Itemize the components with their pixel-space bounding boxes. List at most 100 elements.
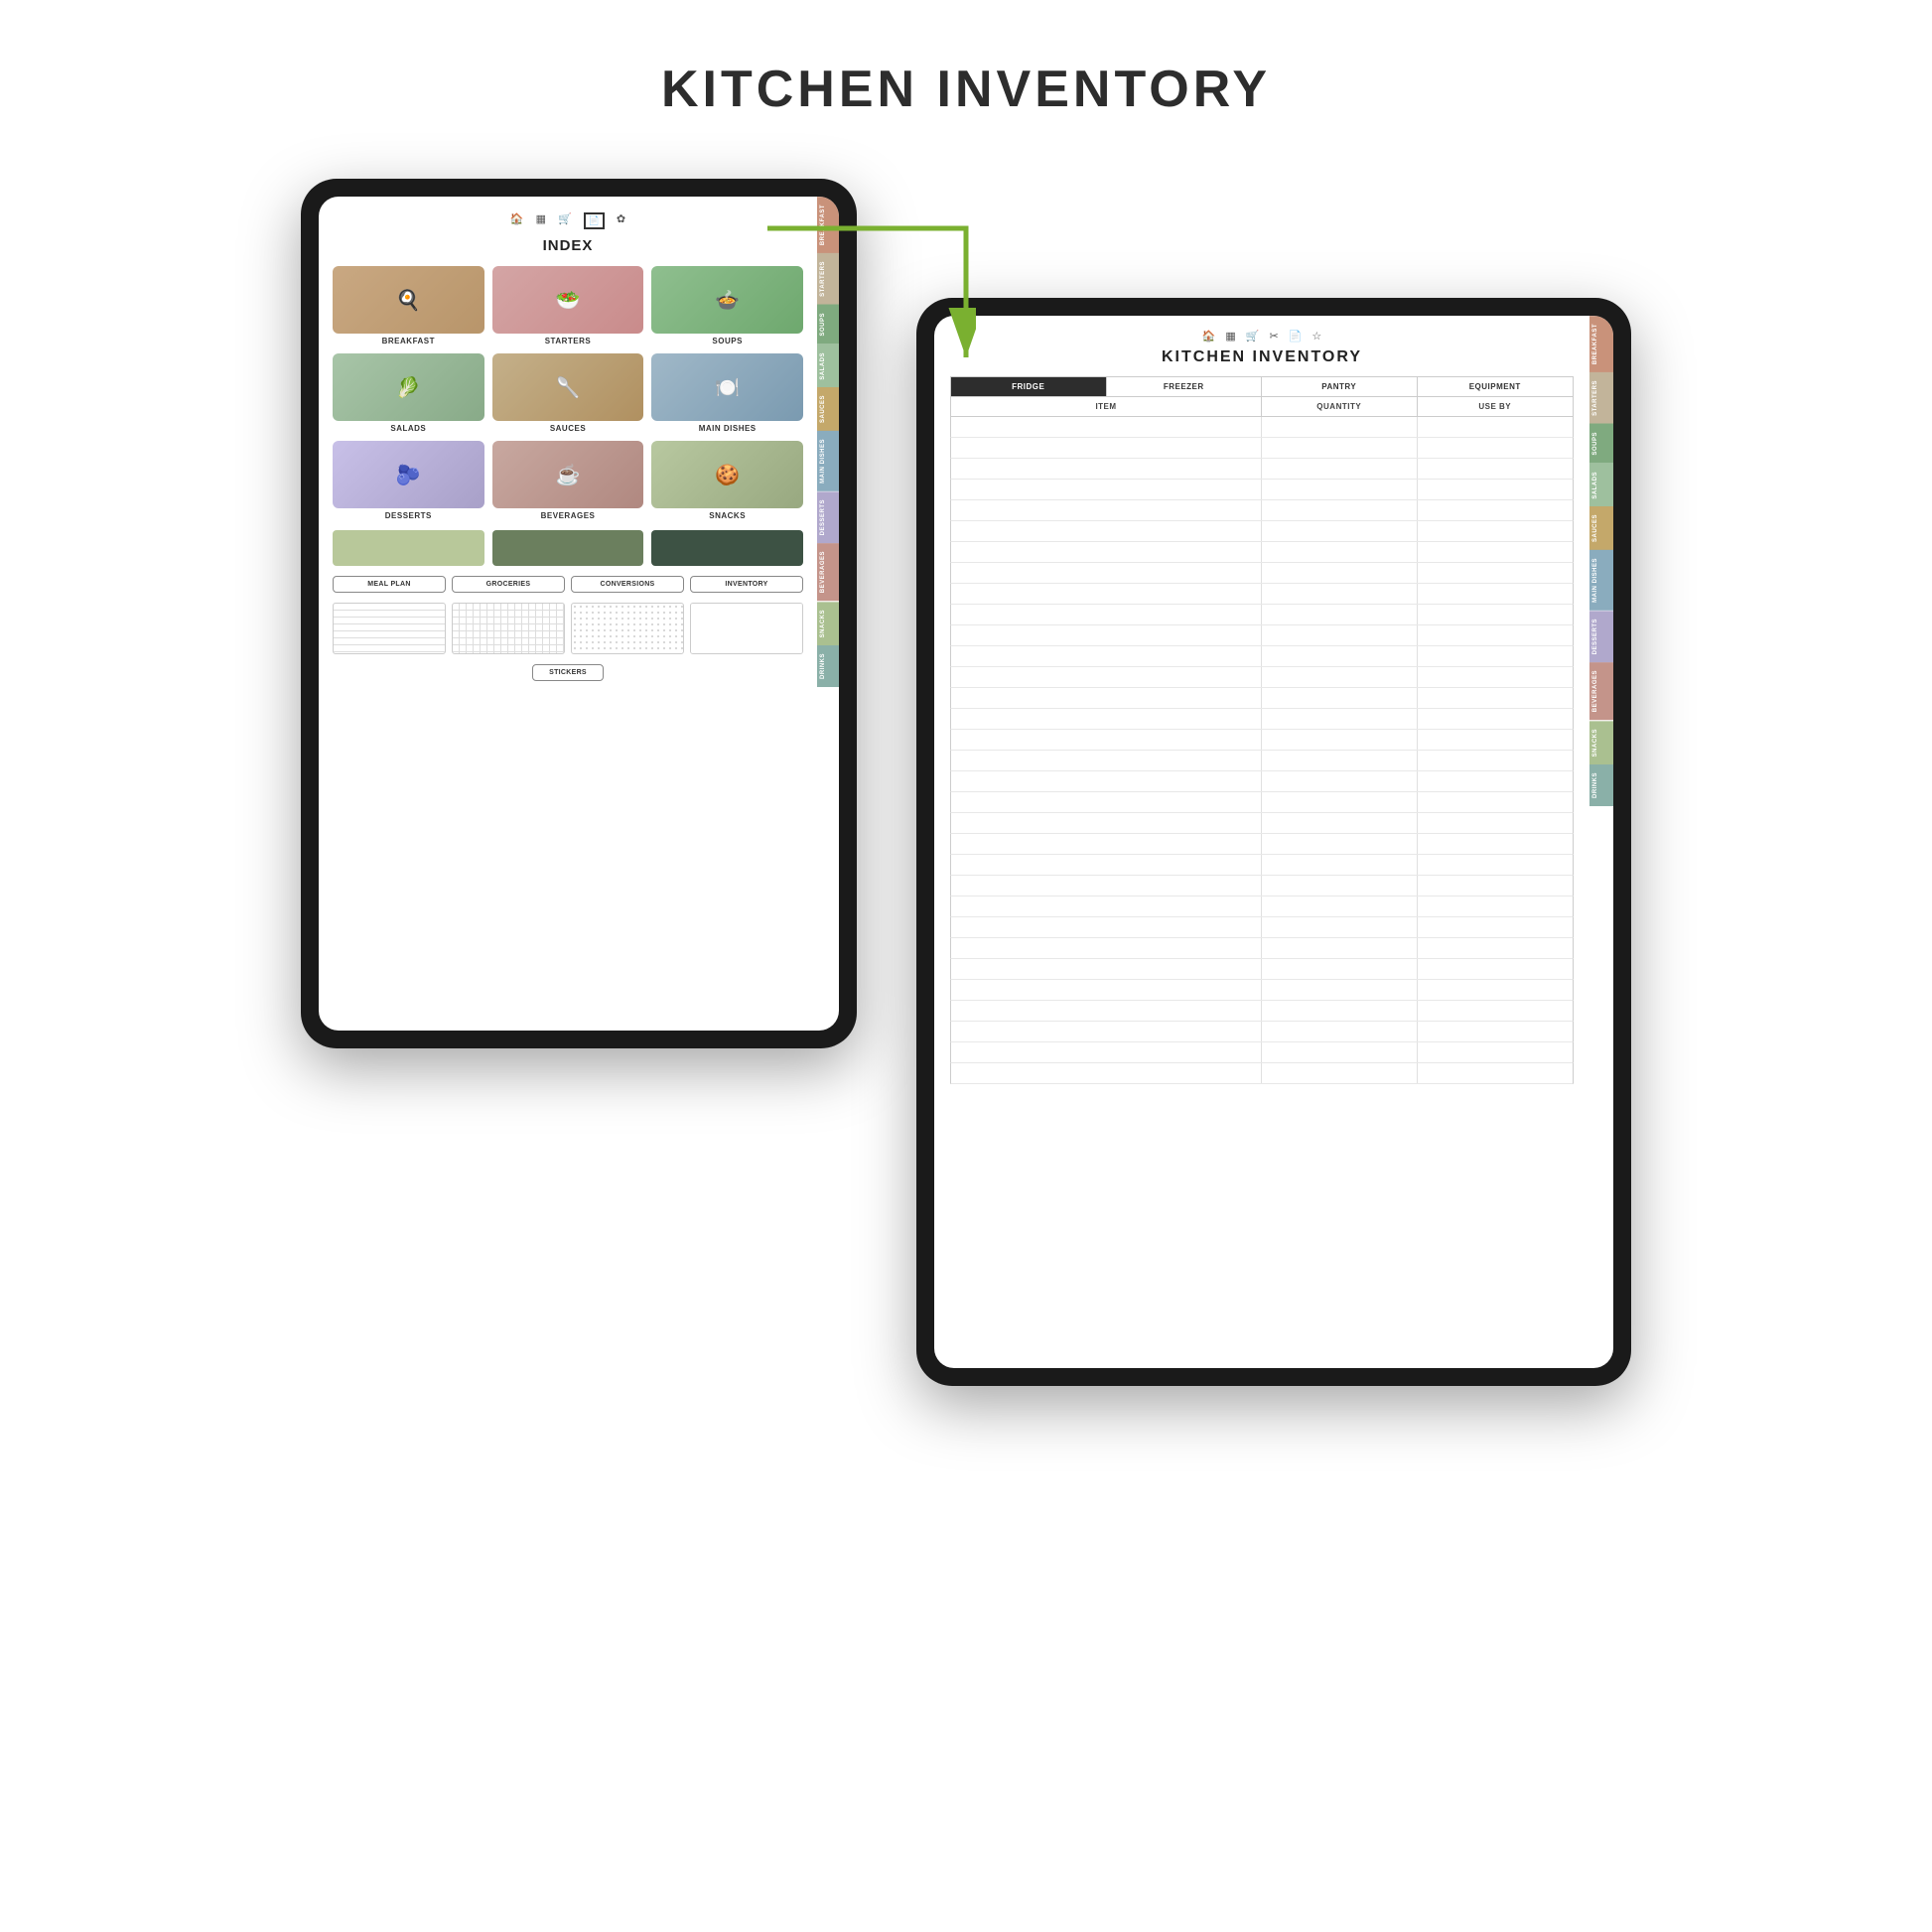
tab-main-dishes[interactable]: MAIN DISHES <box>817 431 839 491</box>
useby-cell[interactable] <box>1418 1042 1574 1062</box>
item-cell[interactable] <box>951 751 1262 770</box>
r-star-icon[interactable]: ☆ <box>1311 330 1321 343</box>
item-cell[interactable] <box>951 771 1262 791</box>
item-cell[interactable] <box>951 521 1262 541</box>
tab-beverages[interactable]: BEVERAGES <box>817 543 839 601</box>
food-item-starters[interactable]: 🥗 STARTERS <box>492 266 644 345</box>
item-cell[interactable] <box>951 605 1262 624</box>
item-cell[interactable] <box>951 1001 1262 1021</box>
useby-cell[interactable] <box>1418 563 1574 583</box>
quantity-cell[interactable] <box>1262 980 1418 1000</box>
r-scissors-icon[interactable]: ✂ <box>1270 330 1279 343</box>
useby-cell[interactable] <box>1418 584 1574 604</box>
tab-snacks[interactable]: SNACKS <box>817 602 839 645</box>
quantity-cell[interactable] <box>1262 1001 1418 1021</box>
useby-cell[interactable] <box>1418 688 1574 708</box>
quantity-cell[interactable] <box>1262 438 1418 458</box>
star-icon[interactable]: ✿ <box>617 212 625 229</box>
home-icon[interactable]: 🏠 <box>510 212 524 229</box>
item-cell[interactable] <box>951 417 1262 437</box>
item-cell[interactable] <box>951 917 1262 937</box>
quantity-cell[interactable] <box>1262 667 1418 687</box>
food-item-salads[interactable]: 🥬 SALADS <box>333 353 484 433</box>
quantity-cell[interactable] <box>1262 1063 1418 1083</box>
tab-drinks[interactable]: DRINKS <box>817 645 839 687</box>
useby-cell[interactable] <box>1418 792 1574 812</box>
item-cell[interactable] <box>951 876 1262 896</box>
useby-cell[interactable] <box>1418 751 1574 770</box>
lined-paper[interactable] <box>333 603 446 654</box>
food-item-breakfast[interactable]: 🍳 BREAKFAST <box>333 266 484 345</box>
grid-icon[interactable]: ▦ <box>536 212 546 229</box>
quantity-cell[interactable] <box>1262 1022 1418 1041</box>
item-cell[interactable] <box>951 542 1262 562</box>
useby-cell[interactable] <box>1418 605 1574 624</box>
food-item-desserts[interactable]: 🫐 DESSERTS <box>333 441 484 520</box>
quantity-cell[interactable] <box>1262 876 1418 896</box>
tab-fridge[interactable]: FRIDGE <box>951 377 1107 396</box>
useby-cell[interactable] <box>1418 813 1574 833</box>
useby-cell[interactable] <box>1418 521 1574 541</box>
blank-paper[interactable] <box>690 603 803 654</box>
quantity-cell[interactable] <box>1262 584 1418 604</box>
r-cart-icon[interactable]: 🛒 <box>1246 330 1260 343</box>
r-tab-beverages[interactable]: BEVERAGES <box>1589 662 1613 720</box>
r-tab-desserts[interactable]: DESSERTS <box>1589 611 1613 662</box>
quantity-cell[interactable] <box>1262 417 1418 437</box>
r-tab-soups[interactable]: SOUPS <box>1589 424 1613 464</box>
item-cell[interactable] <box>951 438 1262 458</box>
item-cell[interactable] <box>951 792 1262 812</box>
r-tab-main-dishes[interactable]: MAIN DISHES <box>1589 550 1613 611</box>
item-cell[interactable] <box>951 667 1262 687</box>
useby-cell[interactable] <box>1418 459 1574 479</box>
r-tab-breakfast[interactable]: BREAKFAST <box>1589 316 1613 372</box>
cart-icon[interactable]: 🛒 <box>558 212 572 229</box>
tab-desserts[interactable]: DESSERTS <box>817 491 839 543</box>
quantity-cell[interactable] <box>1262 938 1418 958</box>
r-tab-snacks[interactable]: SNACKS <box>1589 721 1613 764</box>
item-cell[interactable] <box>951 730 1262 750</box>
item-cell[interactable] <box>951 897 1262 916</box>
quantity-cell[interactable] <box>1262 625 1418 645</box>
item-cell[interactable] <box>951 459 1262 479</box>
stickers-button[interactable]: STICKERS <box>532 664 604 681</box>
color-block-1[interactable] <box>333 530 484 566</box>
useby-cell[interactable] <box>1418 480 1574 499</box>
quantity-cell[interactable] <box>1262 917 1418 937</box>
quantity-cell[interactable] <box>1262 855 1418 875</box>
item-cell[interactable] <box>951 480 1262 499</box>
useby-cell[interactable] <box>1418 438 1574 458</box>
item-cell[interactable] <box>951 688 1262 708</box>
item-cell[interactable] <box>951 625 1262 645</box>
meal-plan-button[interactable]: MEAL PLAN <box>333 576 446 593</box>
r-grid-icon[interactable]: ▦ <box>1225 330 1235 343</box>
item-cell[interactable] <box>951 980 1262 1000</box>
r-home-icon[interactable]: 🏠 <box>1202 330 1216 343</box>
groceries-button[interactable]: GROCERIES <box>452 576 565 593</box>
useby-cell[interactable] <box>1418 855 1574 875</box>
color-block-3[interactable] <box>651 530 803 566</box>
r-tab-starters[interactable]: STARTERS <box>1589 372 1613 424</box>
useby-cell[interactable] <box>1418 646 1574 666</box>
quantity-cell[interactable] <box>1262 959 1418 979</box>
useby-cell[interactable] <box>1418 897 1574 916</box>
useby-cell[interactable] <box>1418 730 1574 750</box>
quantity-cell[interactable] <box>1262 813 1418 833</box>
r-tab-salads[interactable]: SALADS <box>1589 464 1613 507</box>
useby-cell[interactable] <box>1418 667 1574 687</box>
item-cell[interactable] <box>951 1022 1262 1041</box>
quantity-cell[interactable] <box>1262 897 1418 916</box>
quantity-cell[interactable] <box>1262 500 1418 520</box>
item-cell[interactable] <box>951 584 1262 604</box>
useby-cell[interactable] <box>1418 771 1574 791</box>
item-cell[interactable] <box>951 813 1262 833</box>
food-item-beverages[interactable]: ☕ BEVERAGES <box>492 441 644 520</box>
item-cell[interactable] <box>951 709 1262 729</box>
item-cell[interactable] <box>951 1042 1262 1062</box>
item-cell[interactable] <box>951 938 1262 958</box>
conversions-button[interactable]: CONVERSIONS <box>571 576 684 593</box>
quantity-cell[interactable] <box>1262 771 1418 791</box>
useby-cell[interactable] <box>1418 709 1574 729</box>
quantity-cell[interactable] <box>1262 459 1418 479</box>
item-cell[interactable] <box>951 500 1262 520</box>
